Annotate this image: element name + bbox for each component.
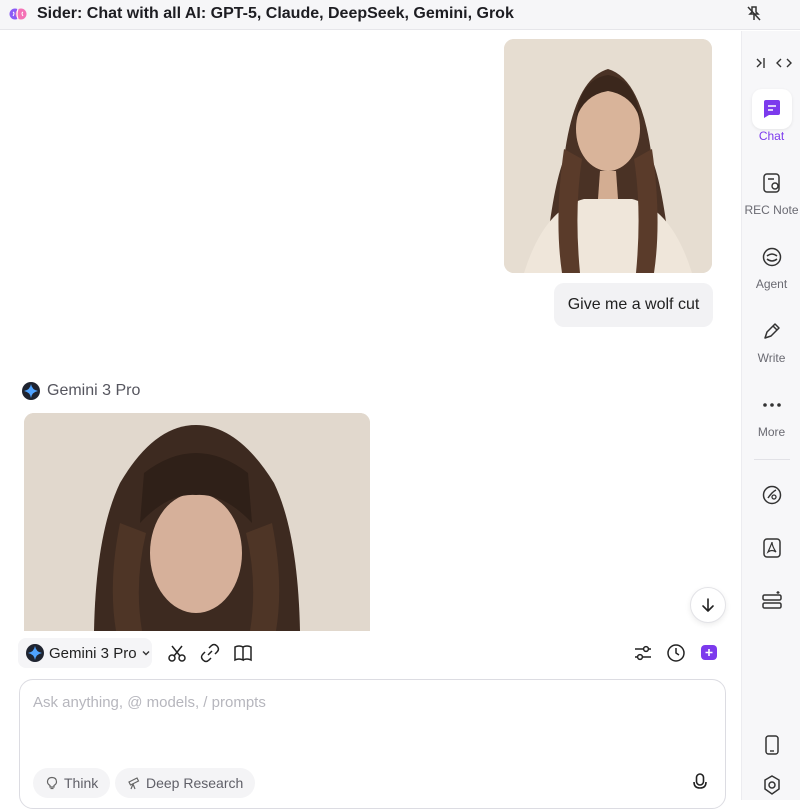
collapse-sidebar-icon[interactable] [752,53,770,73]
ai-model-name: Gemini 3 Pro [47,382,141,399]
sidebar-item-write[interactable]: Write [742,311,800,365]
deep-research-label: Deep Research [146,775,244,791]
palette-icon[interactable] [761,484,783,506]
mobile-icon[interactable] [761,734,783,756]
right-sidebar: Chat REC Note Agent Write More [741,31,800,800]
sidebar-item-label: More [757,425,786,439]
sidebar-item-more[interactable]: More [742,385,800,439]
microphone-icon[interactable] [690,772,710,792]
deep-research-button[interactable]: Deep Research [115,768,256,798]
title-bar: Sider: Chat with all AI: GPT-5, Claude, … [0,0,800,30]
new-chat-icon[interactable] [698,642,720,664]
sidebar-item-chat[interactable]: Chat [742,89,800,143]
sliders-icon[interactable] [632,642,654,664]
translate-icon[interactable] [761,590,783,612]
composer-toolbar: Gemini 3 Pro [0,632,740,674]
sidebar-divider [754,459,790,460]
agent-icon [762,247,781,267]
scissors-icon[interactable] [166,642,188,664]
think-label: Think [64,775,99,791]
scroll-to-bottom-button[interactable] [690,587,726,623]
book-icon[interactable] [232,642,254,664]
composer: Think Deep Research [19,679,726,809]
arrow-down-icon [702,598,714,612]
think-button[interactable]: Think [33,768,111,798]
unpin-icon[interactable] [744,4,764,24]
sidebar-item-label: REC Note [744,203,799,217]
gemini-icon [22,382,40,400]
user-message-bubble: Give me a wolf cut [554,283,713,327]
link-icon[interactable] [199,642,221,664]
ai-generated-image[interactable] [24,413,370,631]
gemini-icon [26,644,44,662]
sidebar-item-label: Agent [755,277,788,291]
model-selector-label: Gemini 3 Pro [49,644,137,662]
chat-icon [763,100,780,118]
settings-icon[interactable] [761,774,783,796]
model-selector[interactable]: Gemini 3 Pro [18,638,152,668]
bulb-icon [46,776,58,790]
more-icon [762,403,781,407]
telescope-icon [128,777,140,790]
sidebar-item-rec-note[interactable]: REC Note [742,163,800,217]
ai-response-header: Gemini 3 Pro [22,381,140,401]
user-uploaded-image[interactable] [504,39,712,273]
sidebar-item-agent[interactable]: Agent [742,237,800,291]
window-title: Sider: Chat with all AI: GPT-5, Claude, … [37,5,514,22]
chevron-down-icon [142,651,150,656]
chat-area[interactable]: Give me a wolf cut Gemini 3 Pro [0,31,740,631]
code-view-icon[interactable] [775,53,793,73]
pdf-icon[interactable] [761,537,783,559]
sidebar-item-label: Write [757,351,786,365]
chat-input[interactable] [33,694,693,711]
sider-logo-icon [9,8,27,20]
history-icon[interactable] [665,642,687,664]
write-icon [763,323,780,339]
rec-note-icon [762,173,780,193]
sidebar-item-label: Chat [758,129,785,143]
